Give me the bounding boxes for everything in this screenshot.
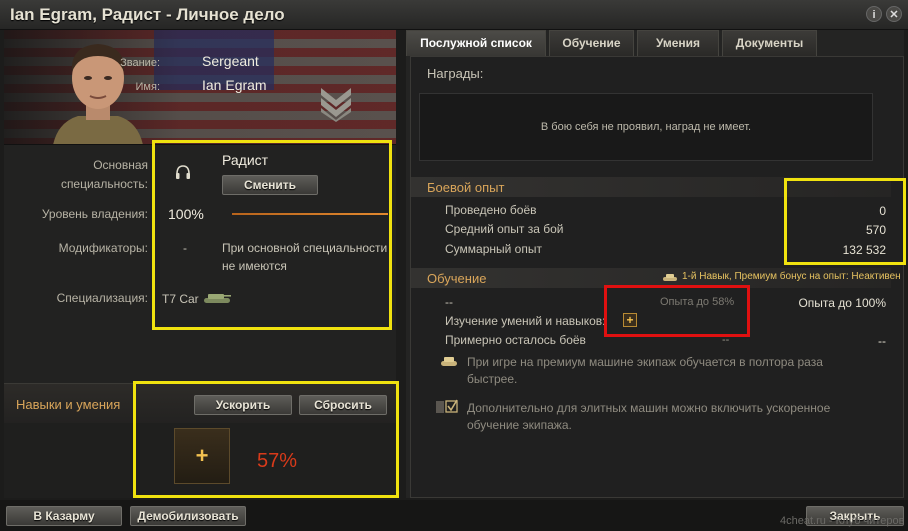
window-titlebar: Ian Egram, Радист - Личное дело i ✕ [0, 0, 908, 30]
rank-value: Sergeant [202, 53, 259, 69]
combat-title: Боевой опыт [427, 180, 505, 195]
skill-study-label: Изучение умений и навыков: [445, 314, 606, 328]
modifiers-label: Модификаторы: [58, 241, 148, 255]
tank-icon [663, 274, 677, 281]
specialty-label-line1: Основная [93, 158, 148, 172]
rank-label: Звание: [120, 57, 160, 69]
highlight-specialty [152, 140, 392, 330]
elite-note-line1: Дополнительно для элитных машин можно вк… [467, 401, 831, 415]
demobilize-button[interactable]: Демобилизовать [130, 506, 246, 526]
premium-bonus-status: 1-й Навык, Премиум бонус на опыт: Неакти… [682, 271, 901, 282]
training-row1-label: -- [445, 295, 453, 309]
highlight-skills [133, 381, 399, 498]
training-title: Обучение [427, 271, 487, 286]
battles-label: Проведено боёв [445, 203, 537, 217]
skills-title: Навыки и умения [16, 397, 121, 412]
checkbox-icon [436, 399, 458, 413]
proficiency-label: Уровень владения: [41, 207, 148, 221]
tab-bar: Послужной список Обучение Умения Докумен… [406, 30, 908, 56]
sergeant-chevron-icon [321, 88, 351, 122]
highlight-combat-values [784, 178, 906, 265]
name-value: Ian Egram [202, 77, 267, 93]
portrait-banner: Звание: Sergeant Имя: Ian Egram [4, 30, 396, 145]
tab-skills[interactable]: Умения [637, 30, 719, 56]
tab-training[interactable]: Обучение [549, 30, 634, 56]
xp-to-100-label: Опыта до 100% [798, 296, 886, 310]
tab-service-record[interactable]: Послужной список [406, 30, 546, 56]
premium-note-line1: При игре на премиум машине экипаж обучае… [467, 355, 823, 369]
info-icon[interactable]: i [866, 6, 882, 22]
elite-note-line2: обучение экипажа. [467, 418, 572, 432]
barracks-button[interactable]: В Казарму [6, 506, 122, 526]
close-icon[interactable]: ✕ [886, 6, 902, 22]
awards-title: Награды: [427, 66, 484, 81]
window-title: Ian Egram, Радист - Личное дело [10, 5, 285, 24]
battles-remaining-label: Примерно осталось боёв [445, 333, 586, 347]
tab-documents[interactable]: Документы [722, 30, 817, 56]
highlight-xp-to-58 [604, 285, 750, 337]
total-xp-label: Суммарный опыт [445, 242, 542, 256]
watermark: 4cheat.ru - Клуб читеров [780, 515, 905, 527]
tank-icon [441, 357, 457, 366]
awards-box: В бою себя не проявил, наград не имеет. [419, 93, 873, 161]
name-label: Имя: [135, 81, 160, 93]
battles-remaining-right: -- [878, 334, 886, 348]
avg-xp-label: Средний опыт за бой [445, 222, 564, 236]
specialty-label-line2: специальность: [60, 177, 148, 191]
specialization-label: Специализация: [56, 291, 148, 305]
premium-note-line2: быстрее. [467, 372, 518, 386]
